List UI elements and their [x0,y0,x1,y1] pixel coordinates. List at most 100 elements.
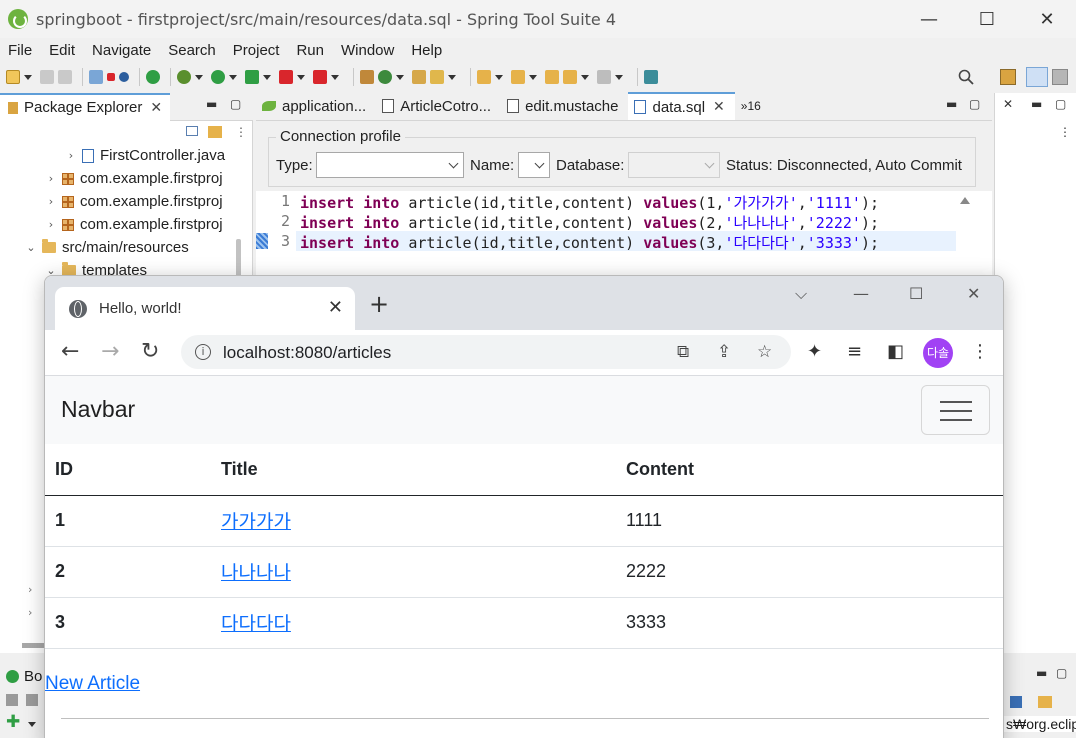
close-tab-icon[interactable]: ✕ [328,297,343,318]
close-button[interactable]: ✕ [1018,0,1076,38]
dropdown-icon[interactable] [28,722,36,727]
search-references-icon[interactable] [119,72,129,82]
tree-item-package[interactable]: › com.example.firstproj [44,213,223,236]
tree-item-resources-folder[interactable]: ⌄ src/main/resources [24,236,189,259]
menu-help[interactable]: Help [411,42,442,59]
forward-icon[interactable] [597,70,611,84]
reload-icon[interactable]: ↻ [141,340,159,364]
article-title-link[interactable]: 나나나나 [221,563,291,584]
maximize-editor-icon[interactable]: ▢ [969,97,980,111]
menu-navigate[interactable]: Navigate [92,42,151,59]
prev-annotation-icon[interactable] [511,70,525,84]
last-edit-icon[interactable] [545,70,559,84]
minimize-view-icon[interactable]: ▬ [206,97,217,111]
new-article-link[interactable]: New Article [45,673,140,695]
collapse-all-icon[interactable] [186,126,198,136]
address-bar[interactable]: i localhost:8080/articles ⧉ ⇪ ☆ [181,335,791,369]
database-select[interactable] [628,152,720,178]
open-perspective-icon[interactable] [1000,69,1016,85]
stop-icon[interactable] [26,694,38,706]
expand-arrow-icon[interactable]: › [44,218,58,231]
back-dropdown-icon[interactable] [581,74,589,80]
tab-search-icon[interactable]: ⌵ [795,284,807,304]
menu-window[interactable]: Window [341,42,394,59]
view-menu-icon[interactable]: ⋮ [235,125,247,139]
new-dropdown-icon[interactable] [24,74,32,80]
tab-data-sql[interactable]: data.sql ✕ [628,92,735,120]
new-java-project-icon[interactable] [360,70,374,84]
minimize-view-icon[interactable]: ▬ [1036,666,1047,680]
new-tab-button[interactable]: + [369,290,389,318]
stop-server-icon[interactable] [279,70,293,84]
new-class-dropdown-icon[interactable] [396,74,404,80]
close-icon[interactable]: ✕ [1003,97,1013,111]
open-console-icon[interactable] [1038,696,1052,708]
boot-dashboard-icon[interactable] [146,70,160,84]
run-icon[interactable] [211,70,225,84]
forward-dropdown-icon[interactable] [615,74,623,80]
console-icon[interactable] [1010,696,1022,708]
menu-search[interactable]: Search [168,42,216,59]
open-type-icon[interactable] [412,70,426,84]
stop-icon[interactable] [107,73,115,81]
debug-icon[interactable] [177,70,191,84]
back-arrow-icon[interactable]: ← [61,340,79,364]
pin-editor-icon[interactable] [644,70,658,84]
save-all-icon[interactable] [58,70,72,84]
expand-arrow-icon[interactable]: › [64,149,78,162]
profile-avatar[interactable]: 다솔 [923,338,953,368]
close-button[interactable]: ✕ [967,284,980,303]
prev-annotation-dropdown-icon[interactable] [529,74,537,80]
add-icon[interactable]: ✚ [6,712,20,732]
translate-icon[interactable]: ⧉ [677,342,689,362]
java-perspective-icon[interactable] [1026,67,1048,87]
type-select[interactable] [316,152,464,178]
forward-arrow-icon[interactable]: → [101,340,119,364]
tree-item-firstcontroller[interactable]: › FirstController.java [64,144,225,167]
maximize-view-icon[interactable]: ▢ [1056,666,1067,680]
minimize-view-icon[interactable]: ▬ [1031,97,1042,111]
expand-arrow-icon[interactable]: › [28,606,32,619]
tab-article-controller[interactable]: ArticleCotro... [376,92,501,120]
new-icon[interactable] [6,70,20,84]
link-with-editor-icon[interactable] [208,126,222,138]
scroll-up-icon[interactable] [960,197,970,204]
navbar-toggler-button[interactable] [921,385,990,435]
close-icon[interactable]: ✕ [713,99,725,115]
tree-item-package[interactable]: › com.example.firstproj [44,190,223,213]
back-icon[interactable] [563,70,577,84]
collapse-arrow-icon[interactable]: ⌄ [24,241,38,254]
bookmark-star-icon[interactable]: ☆ [757,342,772,362]
minimize-button[interactable]: — [900,0,958,38]
tab-package-explorer[interactable]: Package Explorer ✕ [0,92,171,121]
menu-edit[interactable]: Edit [49,42,75,59]
expand-arrow-icon[interactable]: › [28,583,32,596]
tab-edit-mustache[interactable]: edit.mustache [501,92,628,120]
save-icon[interactable] [40,70,54,84]
article-title-link[interactable]: 다다다다 [221,614,291,635]
info-icon[interactable]: i [195,344,211,360]
browser-tab[interactable]: Hello, world! ✕ [55,287,355,330]
coverage-dropdown-icon[interactable] [263,74,271,80]
horizontal-scrollbar[interactable] [22,643,44,648]
view-menu-icon[interactable]: ⋮ [1059,125,1071,139]
minimize-editor-icon[interactable]: ▬ [946,97,957,111]
panel-label[interactable]: Bo [24,668,42,685]
maximize-button[interactable]: ☐ [958,0,1016,38]
git-perspective-icon[interactable] [1052,69,1068,85]
menu-run[interactable]: Run [296,42,324,59]
expand-arrow-icon[interactable]: › [44,195,58,208]
menu-project[interactable]: Project [233,42,280,59]
task-dropdown-icon[interactable] [448,74,456,80]
tree-item-package[interactable]: › com.example.firstproj [44,167,223,190]
refresh-icon[interactable] [6,694,18,706]
side-panel-icon[interactable]: ◧ [887,341,904,362]
maximize-view-icon[interactable]: ▢ [1055,97,1066,111]
more-tabs-button[interactable]: »16 [735,92,771,120]
name-select[interactable] [518,152,550,178]
menu-kebab-icon[interactable]: ⋮ [971,341,989,362]
new-class-icon[interactable] [378,70,392,84]
url-text[interactable]: localhost:8080/articles [223,343,391,363]
tab-application-properties[interactable]: application... [256,92,376,120]
console-icon[interactable] [89,70,103,84]
